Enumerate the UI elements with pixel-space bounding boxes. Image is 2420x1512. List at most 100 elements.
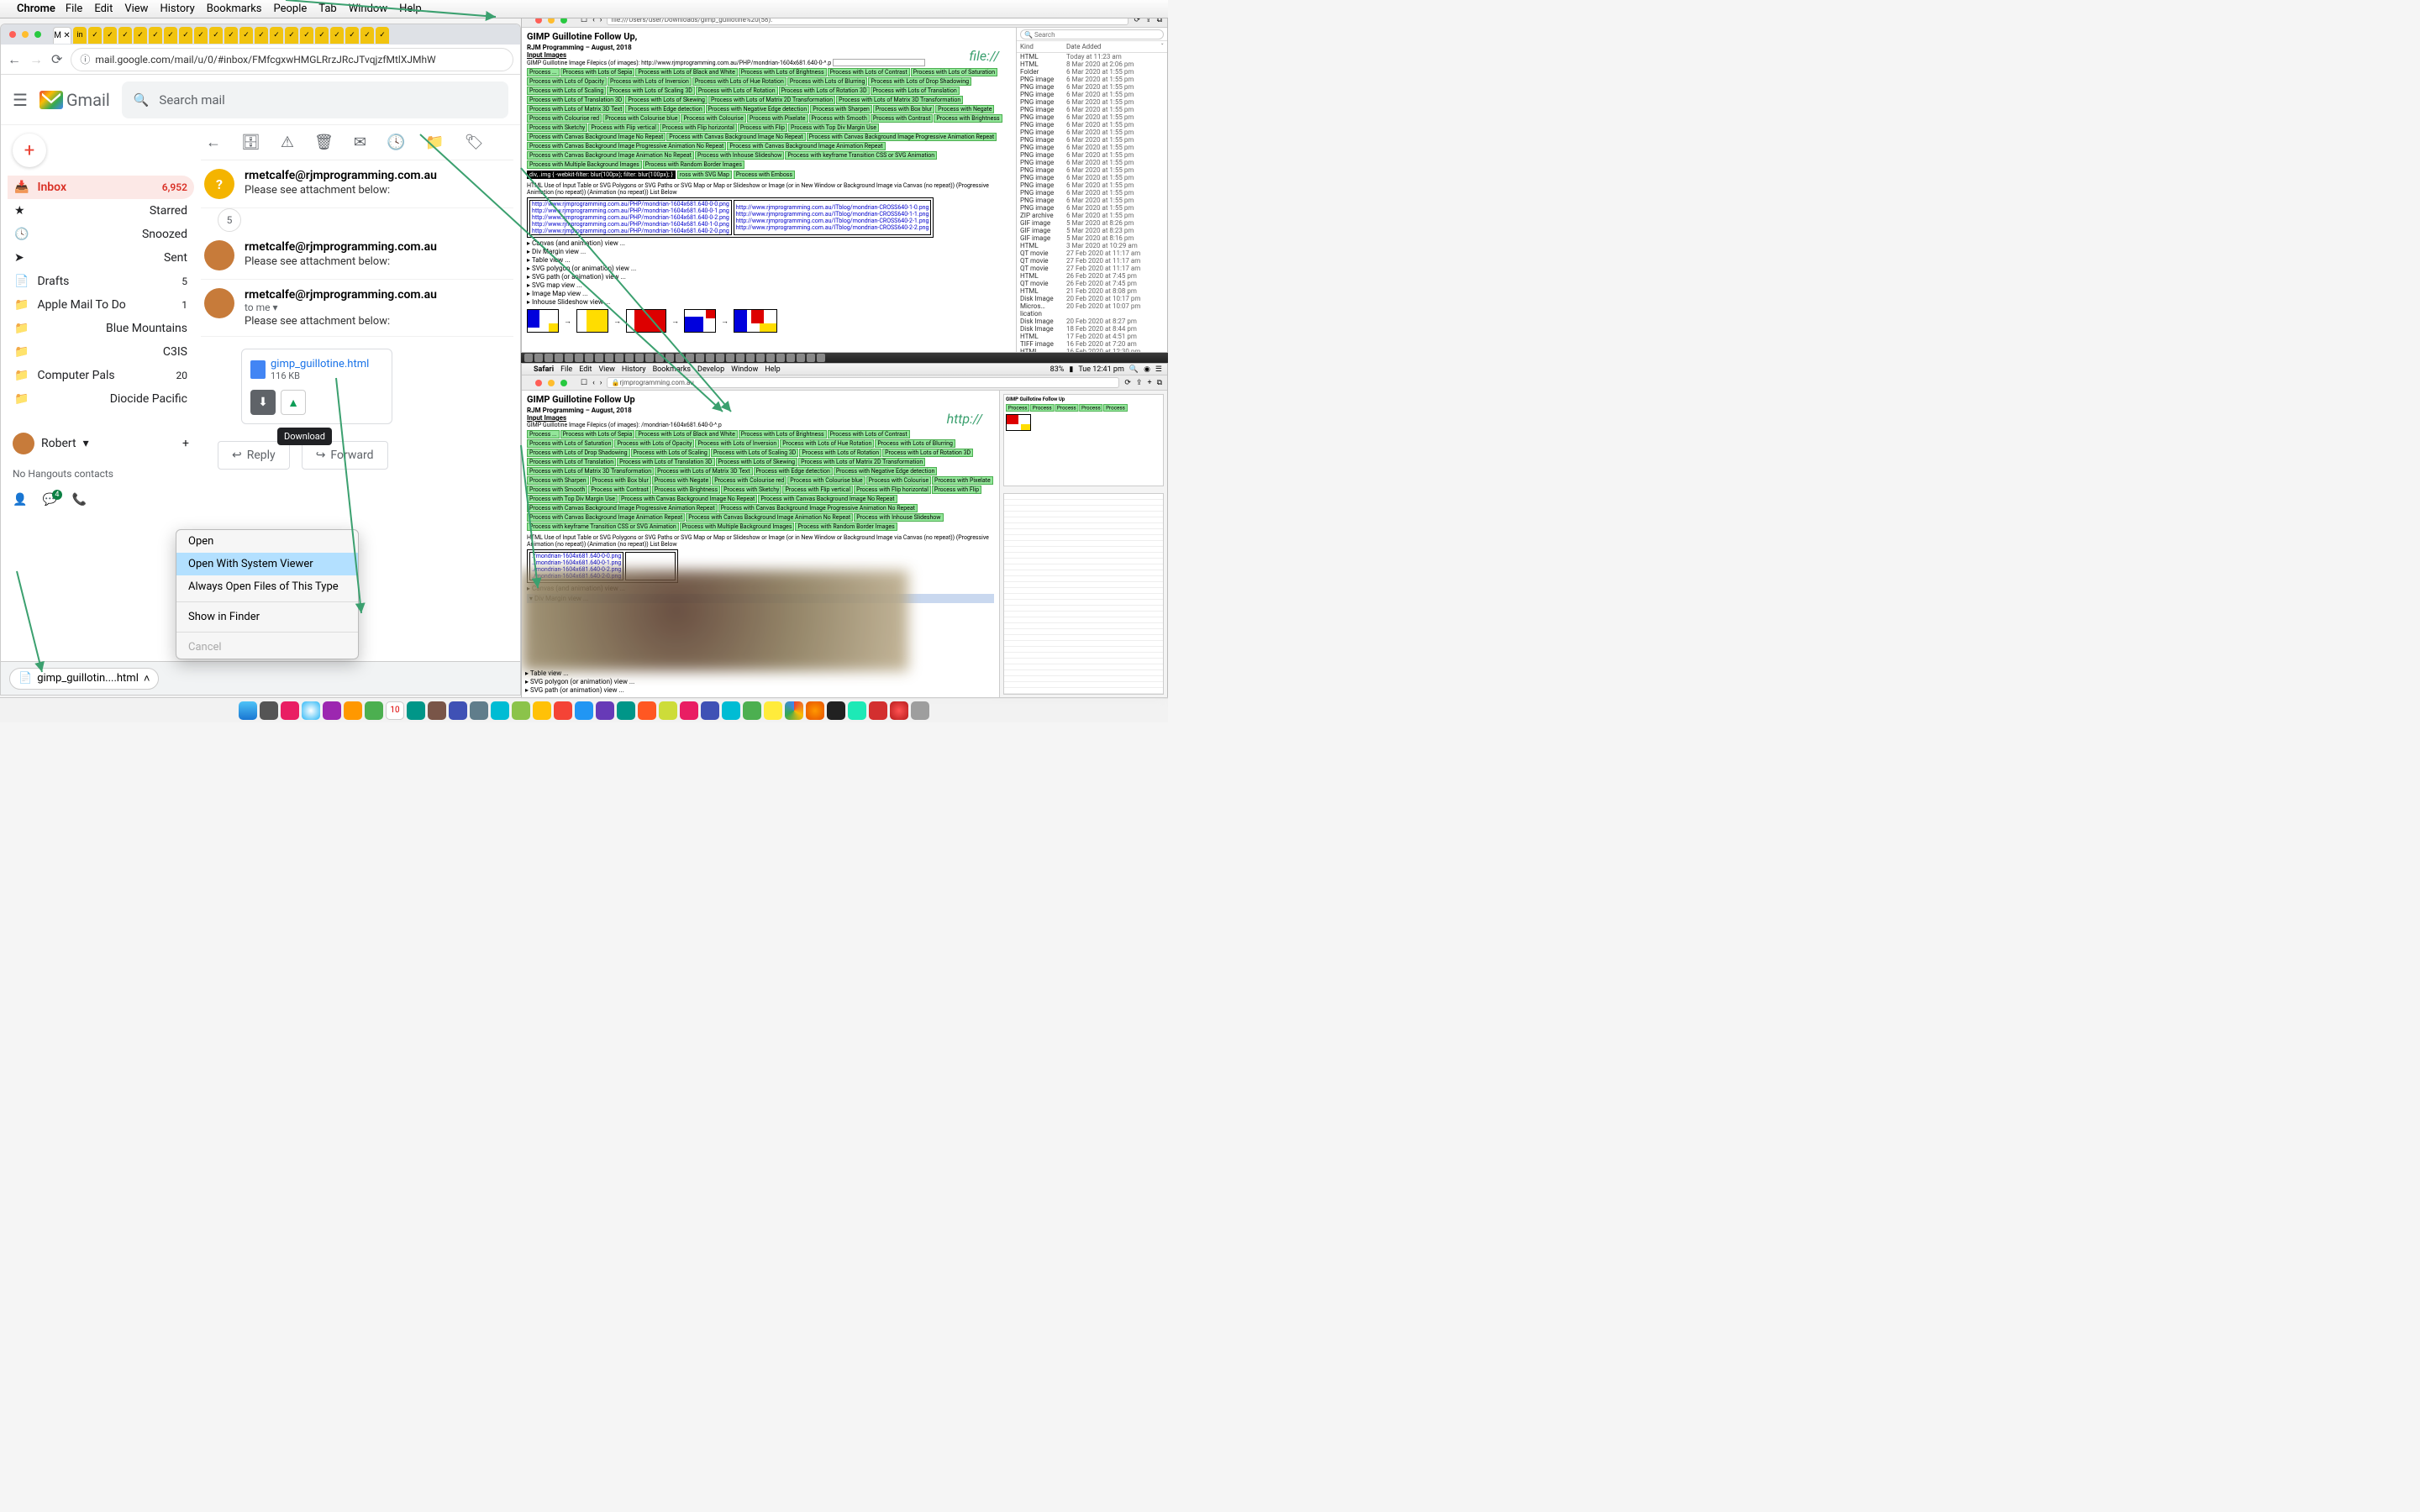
process-button[interactable]: Process with Canvas Background Image No …: [618, 495, 757, 503]
move-icon[interactable]: 📁: [425, 134, 444, 151]
mid-dock[interactable]: [521, 353, 1168, 363]
process-button[interactable]: Process with Lots of Blurring: [787, 77, 868, 86]
process-button[interactable]: Process with Edge detection: [625, 105, 704, 113]
hangouts-contacts-icon[interactable]: 👤: [13, 493, 27, 507]
finder-row[interactable]: PNG image6 Mar 2020 at 1:55 pm: [1017, 98, 1167, 106]
menu-window[interactable]: Window: [731, 365, 758, 374]
dock-app-icon[interactable]: [869, 701, 887, 720]
process-button[interactable]: Process with Lots of Rotation: [696, 87, 778, 95]
download-button[interactable]: ⬇: [250, 390, 276, 415]
forward-icon[interactable]: →: [29, 51, 43, 68]
dock-app-icon[interactable]: [428, 701, 446, 720]
process-button[interactable]: Process with Lots of Opacity: [614, 439, 694, 448]
link-cell[interactable]: http://www.rjmprogramming.com.au/PHP/mon…: [532, 221, 729, 228]
process-button[interactable]: Process with Lots of Drop Shadowing: [527, 449, 630, 457]
finder-row[interactable]: GIF image5 Mar 2020 at 8:26 pm: [1017, 219, 1167, 227]
process-button[interactable]: Process with Box blur: [590, 476, 651, 485]
tab-pinned[interactable]: ✓: [224, 27, 238, 44]
tab-gmail[interactable]: M ✕: [53, 27, 71, 44]
process-button[interactable]: Process with Pixelate: [932, 476, 993, 485]
link-cell[interactable]: ./mondrian-1604x681.640-0-0.png: [532, 553, 621, 559]
tab-pinned[interactable]: ✓: [255, 27, 268, 44]
dock-safari-icon[interactable]: [302, 701, 320, 720]
accordion-item[interactable]: Canvas (and animation) view ...: [527, 239, 1011, 247]
dock-app-icon[interactable]: [701, 701, 719, 720]
menu-history[interactable]: History: [160, 3, 194, 15]
process-button[interactable]: Process with Lots of Rotation: [799, 449, 881, 457]
mac-menubar[interactable]: Chrome File Edit View History Bookmarks …: [0, 0, 1168, 18]
site-info-icon[interactable]: ⓘ: [80, 52, 90, 66]
maximize-icon[interactable]: [560, 380, 567, 386]
main-menu-icon[interactable]: ☰: [13, 90, 28, 110]
finder-row[interactable]: HTML17 Feb 2020 at 4:51 pm: [1017, 333, 1167, 340]
tab-pinned[interactable]: ✓: [285, 27, 298, 44]
archive-icon[interactable]: 🗄: [241, 134, 260, 151]
process-button[interactable]: Process with Inhouse Slideshow: [854, 513, 943, 522]
finder-row[interactable]: HTML21 Feb 2020 at 8:08 pm: [1017, 287, 1167, 295]
link-cell[interactable]: ./mondrian-1604x681.640-0-1.png: [532, 559, 621, 566]
dock-app-icon[interactable]: [680, 701, 698, 720]
menu-view[interactable]: View: [124, 3, 148, 15]
link-cell[interactable]: http://www.rjmprogramming.com.au/PHP/mon…: [532, 201, 729, 207]
forward-icon[interactable]: ›: [600, 379, 602, 387]
dock-app-icon[interactable]: [323, 701, 341, 720]
finder-row[interactable]: HTML26 Feb 2020 at 7:45 pm: [1017, 272, 1167, 280]
process-button[interactable]: Process with Sketchy: [527, 123, 587, 132]
tab-pinned[interactable]: ✓: [88, 27, 102, 44]
tab-overview-panel[interactable]: GIMP Guillotine Follow Up ProcessProcess…: [999, 391, 1167, 698]
macos-dock[interactable]: 10: [0, 697, 1168, 722]
finder-row[interactable]: PNG image6 Mar 2020 at 1:55 pm: [1017, 76, 1167, 83]
process-button[interactable]: Process with Negative Edge detection: [706, 105, 810, 113]
finder-row[interactable]: GIF image5 Mar 2020 at 8:16 pm: [1017, 234, 1167, 242]
process-button[interactable]: Process with Flip vertical: [588, 123, 659, 132]
process-button[interactable]: Process with Lots of Scaling: [527, 87, 606, 95]
process-button[interactable]: Process with Colourise: [681, 114, 745, 123]
ctx-always-open[interactable]: Always Open Files of This Type: [176, 575, 358, 598]
delete-icon[interactable]: 🗑: [314, 134, 334, 151]
finder-row[interactable]: PNG image6 Mar 2020 at 1:55 pm: [1017, 113, 1167, 121]
process-button[interactable]: Process with Colourise red: [712, 476, 786, 485]
process-button[interactable]: Process with Canvas Background Image Ani…: [727, 142, 885, 150]
reload-icon[interactable]: ⟳: [51, 51, 62, 67]
unread-icon[interactable]: ✉: [354, 134, 366, 151]
safari-address[interactable]: 🔒 rjmprogramming.com.au: [607, 377, 1119, 388]
process-button[interactable]: Process with Sketchy: [721, 486, 781, 494]
sidebar-item-snoozed[interactable]: 🕓Snoozed: [8, 223, 194, 246]
ctx-open[interactable]: Open: [176, 530, 358, 553]
finder-row[interactable]: HTML8 Mar 2020 at 2:06 pm: [1017, 60, 1167, 68]
dock-app-icon[interactable]: [365, 701, 383, 720]
finder-row[interactable]: PNG image6 Mar 2020 at 1:55 pm: [1017, 151, 1167, 159]
process-button[interactable]: Process with Canvas Background Image Pro…: [527, 504, 718, 512]
process-button[interactable]: Process with Lots of Matrix 3D Text: [655, 467, 752, 475]
back-icon[interactable]: ←: [206, 134, 221, 151]
process-button[interactable]: Process with Brightness: [934, 114, 1002, 123]
process-button[interactable]: Process with Colourise: [866, 476, 931, 485]
process-button[interactable]: ross with SVG Map: [677, 171, 732, 179]
process-button[interactable]: Process with Lots of Saturation: [527, 439, 613, 448]
finder-row[interactable]: PNG image6 Mar 2020 at 1:55 pm: [1017, 129, 1167, 136]
finder-row[interactable]: HTML3 Mar 2020 at 10:29 am: [1017, 242, 1167, 249]
finder-row[interactable]: HTMLToday at 11:23 am: [1017, 53, 1167, 60]
dock-app-icon[interactable]: [344, 701, 362, 720]
download-context-menu[interactable]: Open Open With System Viewer Always Open…: [176, 529, 359, 659]
process-button[interactable]: Process with Lots of Translation: [527, 458, 616, 466]
finder-row[interactable]: PNG image6 Mar 2020 at 1:55 pm: [1017, 181, 1167, 189]
menu-file[interactable]: File: [66, 3, 82, 15]
finder-row[interactable]: PNG image6 Mar 2020 at 1:55 pm: [1017, 83, 1167, 91]
menu-bookmarks[interactable]: Bookmarks: [207, 3, 262, 15]
dock-app-icon[interactable]: [722, 701, 740, 720]
dock-app-icon[interactable]: [407, 701, 425, 720]
tab-pinned[interactable]: ✓: [315, 27, 329, 44]
dock-app-icon[interactable]: [260, 701, 278, 720]
tab-pinned[interactable]: ✓: [194, 27, 208, 44]
chevron-down-icon[interactable]: ˇ: [1160, 43, 1164, 50]
add-icon[interactable]: +: [182, 437, 189, 450]
menu-edit[interactable]: Edit: [94, 3, 113, 15]
process-button[interactable]: Process with Colourise blue: [787, 476, 865, 485]
menu-bookmarks[interactable]: Bookmarks: [653, 365, 691, 374]
menu-tab[interactable]: Tab: [318, 3, 336, 15]
snooze-icon[interactable]: 🕓: [387, 134, 405, 151]
finder-row[interactable]: PNG image6 Mar 2020 at 1:55 pm: [1017, 174, 1167, 181]
process-button[interactable]: Process with Negate: [935, 105, 994, 113]
process-button[interactable]: Process with Smooth: [809, 114, 870, 123]
